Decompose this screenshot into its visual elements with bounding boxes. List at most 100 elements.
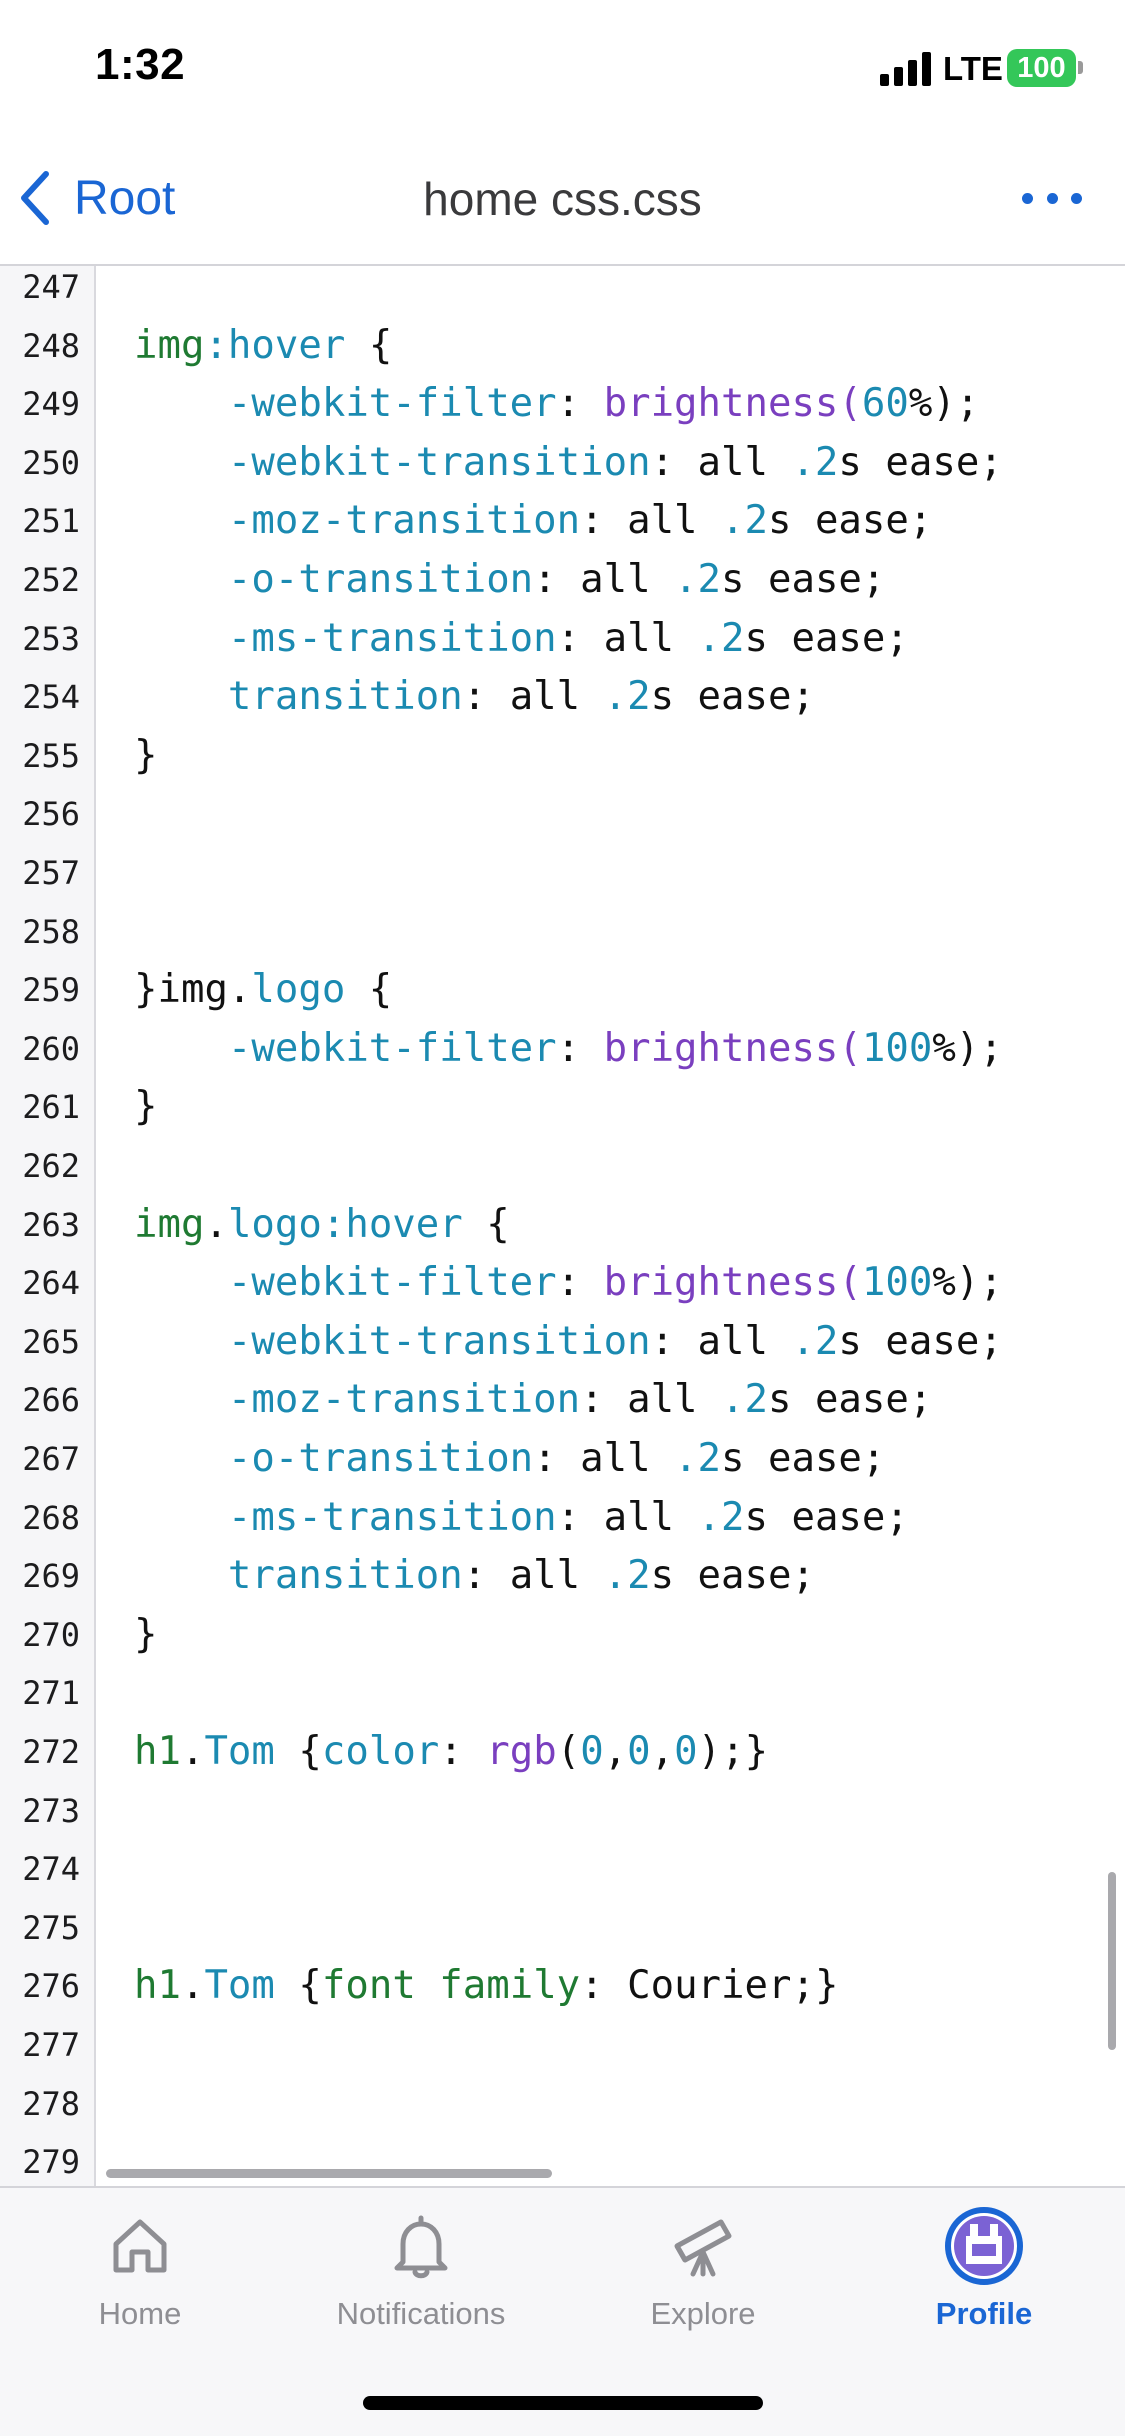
code-line[interactable]: 265 -webkit-transition: all .2s ease; bbox=[0, 1313, 1125, 1372]
code-text: -moz-transition: all .2s ease; bbox=[134, 498, 932, 543]
code-line[interactable]: 264 -webkit-filter: brightness(100%); bbox=[0, 1254, 1125, 1313]
line-number: 253 bbox=[22, 619, 80, 658]
navigation-bar: Root home css.css bbox=[0, 132, 1125, 266]
tab-notifications[interactable]: Notifications bbox=[281, 2206, 561, 2346]
network-type: LTE bbox=[943, 50, 1003, 87]
code-line[interactable]: 279 bbox=[0, 2133, 1125, 2186]
code-token: .2 bbox=[791, 439, 839, 485]
horizontal-scrollbar[interactable] bbox=[106, 2169, 552, 2178]
code-token: logo bbox=[227, 1201, 322, 1247]
code-line[interactable]: 261} bbox=[0, 1078, 1125, 1137]
code-token: ( bbox=[838, 1025, 862, 1071]
code-line[interactable]: 256 bbox=[0, 785, 1125, 844]
code-line[interactable]: 275 bbox=[0, 1899, 1125, 1958]
code-token: { bbox=[345, 967, 393, 1013]
code-line[interactable]: 254 transition: all .2s ease; bbox=[0, 668, 1125, 727]
code-line[interactable]: 278 bbox=[0, 2075, 1125, 2134]
code-line[interactable]: 248 img:hover { bbox=[0, 317, 1125, 376]
line-number: 274 bbox=[22, 1850, 80, 1889]
code-token: }img. bbox=[134, 967, 252, 1013]
code-token: : all bbox=[533, 1436, 675, 1481]
code-token: logo bbox=[251, 967, 346, 1013]
code-line[interactable]: 272 h1.Tom {color: rgb(0,0,0);} bbox=[0, 1723, 1125, 1782]
code-text: transition: all .2s ease; bbox=[134, 674, 815, 719]
code-token: brightness bbox=[603, 1260, 839, 1306]
code-token: -ms-transition bbox=[134, 615, 557, 661]
line-number: 260 bbox=[22, 1029, 80, 1068]
code-token: s ease; bbox=[721, 1436, 886, 1481]
code-token: : all bbox=[462, 1553, 604, 1599]
code-line[interactable]: 262 bbox=[0, 1137, 1125, 1196]
tab-profile[interactable]: Profile bbox=[844, 2206, 1124, 2346]
code-token: -o-transition bbox=[134, 1436, 534, 1481]
code-text: -webkit-transition: all .2s ease; bbox=[134, 440, 1003, 485]
code-text: img:hover { bbox=[134, 323, 392, 368]
code-token: font family bbox=[321, 1963, 581, 2009]
line-number: 247 bbox=[22, 268, 80, 306]
code-token: , bbox=[603, 1729, 628, 1774]
code-line[interactable]: 259}img.logo { bbox=[0, 961, 1125, 1020]
code-token: : all bbox=[533, 557, 675, 602]
code-line[interactable]: 273 bbox=[0, 1782, 1125, 1841]
status-time: 1:32 bbox=[95, 40, 186, 89]
code-token: : all bbox=[556, 615, 698, 661]
line-number: 268 bbox=[22, 1498, 80, 1537]
code-line[interactable]: 270} bbox=[0, 1606, 1125, 1665]
code-line[interactable]: 277 bbox=[0, 2016, 1125, 2075]
code-token: brightness bbox=[603, 1025, 839, 1071]
code-line[interactable]: 263 img.logo:hover { bbox=[0, 1196, 1125, 1255]
code-line[interactable]: 258 bbox=[0, 903, 1125, 962]
code-line[interactable]: 268 -ms-transition: all .2s ease; bbox=[0, 1489, 1125, 1548]
code-token: -webkit-filter bbox=[134, 1025, 557, 1071]
code-token: 0 bbox=[580, 1729, 604, 1774]
code-line[interactable]: 250 -webkit-transition: all .2s ease; bbox=[0, 434, 1125, 493]
code-text: -webkit-filter: brightness(100%); bbox=[134, 1026, 1003, 1071]
code-token: s ease; bbox=[650, 674, 815, 720]
code-line[interactable]: 257 bbox=[0, 844, 1125, 903]
code-token: :hover bbox=[204, 322, 346, 368]
code-token: h1 bbox=[134, 1963, 181, 2009]
code-token: : bbox=[556, 1260, 604, 1306]
code-line[interactable]: 253 -ms-transition: all .2s ease; bbox=[0, 610, 1125, 669]
tab-home[interactable]: Home bbox=[0, 2206, 280, 2346]
avatar-icon bbox=[945, 2207, 1023, 2285]
code-line[interactable]: 255} bbox=[0, 727, 1125, 786]
code-line[interactable]: 252 -o-transition: all .2s ease; bbox=[0, 551, 1125, 610]
line-number: 248 bbox=[22, 326, 80, 365]
line-number: 276 bbox=[22, 1967, 80, 2006]
vertical-scrollbar[interactable] bbox=[1108, 1872, 1116, 2050]
code-token: } bbox=[134, 1084, 158, 1130]
code-line[interactable]: 271 bbox=[0, 1664, 1125, 1723]
code-token: : bbox=[556, 381, 604, 427]
line-number: 249 bbox=[22, 385, 80, 424]
code-token: ( bbox=[556, 1729, 581, 1774]
line-number: 278 bbox=[22, 2084, 80, 2123]
code-line[interactable]: 247 bbox=[0, 266, 1125, 317]
code-token: brightness bbox=[603, 381, 839, 427]
code-line[interactable]: 269 transition: all .2s ease; bbox=[0, 1547, 1125, 1606]
line-number: 254 bbox=[22, 678, 80, 717]
code-line[interactable]: 249 -webkit-filter: brightness(60%); bbox=[0, 375, 1125, 434]
code-line[interactable]: 260 -webkit-filter: brightness(100%); bbox=[0, 1020, 1125, 1079]
line-number: 250 bbox=[22, 443, 80, 482]
tab-explore-label: Explore bbox=[650, 2296, 756, 2331]
code-token: : bbox=[439, 1729, 487, 1774]
line-number: 255 bbox=[22, 736, 80, 775]
code-text: img.logo:hover { bbox=[134, 1202, 510, 1247]
code-text: h1.Tom {font family: Courier;} bbox=[134, 1963, 838, 2008]
tab-explore[interactable]: Explore bbox=[563, 2206, 843, 2346]
code-token: . bbox=[180, 1963, 205, 2009]
ellipsis-icon[interactable] bbox=[1022, 178, 1082, 218]
code-line[interactable]: 267 -o-transition: all .2s ease; bbox=[0, 1430, 1125, 1489]
code-editor[interactable]: 247 248 img:hover { 249 -webkit-filter: bri… bbox=[0, 266, 1125, 2186]
code-token: s ease; bbox=[650, 1553, 815, 1599]
tab-notifications-label: Notifications bbox=[336, 2296, 506, 2331]
code-token: -webkit-filter bbox=[134, 381, 557, 427]
code-line[interactable]: 251 -moz-transition: all .2s ease; bbox=[0, 492, 1125, 551]
code-token: -ms-transition bbox=[134, 1494, 557, 1540]
code-line[interactable]: 266 -moz-transition: all .2s ease; bbox=[0, 1371, 1125, 1430]
code-line[interactable]: 274 bbox=[0, 1840, 1125, 1899]
battery-tip bbox=[1078, 61, 1083, 74]
code-token: .2 bbox=[721, 1377, 768, 1423]
code-line[interactable]: 276 h1.Tom {font family: Courier;} bbox=[0, 1957, 1125, 2016]
